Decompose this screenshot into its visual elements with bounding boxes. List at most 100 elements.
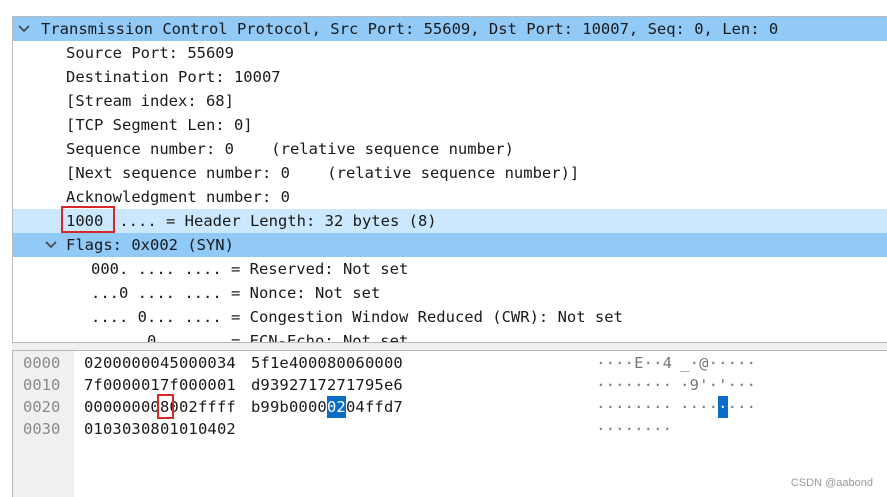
hex-byte[interactable]: 01 bbox=[141, 374, 160, 396]
hex-byte[interactable]: d9 bbox=[251, 374, 270, 396]
ascii-char[interactable]: · bbox=[606, 418, 616, 440]
ascii-char[interactable]: · bbox=[709, 374, 719, 396]
tree-item-segment-len[interactable]: [TCP Segment Len: 0] bbox=[13, 113, 887, 137]
ascii-char[interactable]: · bbox=[596, 374, 606, 396]
chevron-down-icon[interactable] bbox=[17, 17, 31, 41]
ascii-char[interactable]: · bbox=[718, 396, 728, 418]
hex-byte[interactable]: 40 bbox=[289, 352, 308, 374]
ascii-char[interactable]: · bbox=[644, 352, 654, 374]
ascii-char[interactable]: · bbox=[634, 374, 644, 396]
chevron-down-icon[interactable] bbox=[44, 233, 58, 257]
ascii-char[interactable]: · bbox=[634, 418, 644, 440]
ascii-char[interactable]: · bbox=[644, 396, 654, 418]
ascii-char[interactable]: · bbox=[596, 396, 606, 418]
tcp-header-row[interactable]: Transmission Control Protocol, Src Port:… bbox=[13, 17, 887, 41]
ascii-char[interactable]: E bbox=[634, 352, 644, 374]
ascii-char[interactable]: 4 bbox=[663, 352, 673, 374]
ascii-char[interactable]: · bbox=[653, 352, 663, 374]
ascii-bytes[interactable]: ····E··4 _·@····· bbox=[596, 352, 756, 374]
hex-byte[interactable]: 00 bbox=[365, 352, 384, 374]
ascii-bytes[interactable]: ········ ········ bbox=[596, 396, 756, 418]
ascii-char[interactable]: · bbox=[709, 352, 719, 374]
ascii-char[interactable]: · bbox=[709, 396, 719, 418]
ascii-char[interactable]: @ bbox=[699, 352, 709, 374]
ascii-char[interactable]: · bbox=[690, 352, 700, 374]
hex-byte[interactable]: 00 bbox=[198, 352, 217, 374]
hex-byte[interactable]: 00 bbox=[103, 396, 122, 418]
hex-byte[interactable]: 27 bbox=[289, 374, 308, 396]
hex-byte[interactable]: 08 bbox=[141, 418, 160, 440]
hex-byte[interactable]: 00 bbox=[179, 352, 198, 374]
ascii-char[interactable]: · bbox=[728, 352, 738, 374]
hex-byte[interactable]: d7 bbox=[384, 396, 403, 418]
hex-bytes[interactable]: 0103030801010402 bbox=[84, 418, 236, 440]
ascii-char[interactable]: · bbox=[596, 352, 606, 374]
hex-byte[interactable]: 1e bbox=[270, 352, 289, 374]
packet-details-pane[interactable]: Transmission Control Protocol, Src Port:… bbox=[12, 16, 887, 343]
ascii-char[interactable]: · bbox=[718, 352, 728, 374]
hex-byte[interactable]: 45 bbox=[160, 352, 179, 374]
hex-bytes[interactable]: 000000008002ffff b99b00000204ffd7 bbox=[84, 396, 403, 418]
ascii-char[interactable]: · bbox=[644, 374, 654, 396]
ascii-char[interactable]: · bbox=[699, 396, 709, 418]
hex-byte[interactable]: 39 bbox=[270, 374, 289, 396]
ascii-char[interactable]: _ bbox=[680, 352, 690, 374]
hex-byte[interactable]: 7f bbox=[160, 374, 179, 396]
hex-byte[interactable]: 00 bbox=[179, 374, 198, 396]
hex-byte[interactable]: 27 bbox=[327, 374, 346, 396]
hex-byte[interactable]: ff bbox=[198, 396, 217, 418]
tree-item-flag-nonce[interactable]: ...0 .... .... = Nonce: Not set bbox=[13, 281, 887, 305]
hex-byte[interactable]: 17 bbox=[308, 374, 327, 396]
ascii-char[interactable]: · bbox=[606, 374, 616, 396]
hex-byte[interactable]: 9b bbox=[270, 396, 289, 418]
tree-item-source-port[interactable]: Source Port: 55609 bbox=[13, 41, 887, 65]
packet-bytes-pane[interactable]: 0000 0200000045000034 5f1e400080060000 ····… bbox=[12, 350, 887, 497]
hex-byte[interactable]: 34 bbox=[217, 352, 236, 374]
hex-byte[interactable]: 01 bbox=[84, 418, 103, 440]
hex-byte[interactable]: 95 bbox=[365, 374, 384, 396]
tree-item-ack-number[interactable]: Acknowledgment number: 0 bbox=[13, 185, 887, 209]
ascii-char[interactable]: · bbox=[625, 374, 635, 396]
tree-item-flag-ecn-echo[interactable]: .... .0.. .... = ECN-Echo: Not set bbox=[13, 329, 887, 342]
hex-bytes[interactable]: 7f0000017f000001 d9392717271795e6 bbox=[84, 374, 403, 396]
tree-item-sequence-number[interactable]: Sequence number: 0 (relative sequence nu… bbox=[13, 137, 887, 161]
hex-byte[interactable]: 00 bbox=[103, 374, 122, 396]
ascii-char[interactable]: · bbox=[606, 396, 616, 418]
ascii-char[interactable]: · bbox=[653, 418, 663, 440]
hex-byte[interactable]: 00 bbox=[122, 352, 141, 374]
tree-item-flag-reserved[interactable]: 000. .... .... = Reserved: Not set bbox=[13, 257, 887, 281]
tree-item-flags[interactable]: Flags: 0x002 (SYN) bbox=[13, 233, 887, 257]
hex-byte[interactable]: 01 bbox=[179, 418, 198, 440]
hex-byte[interactable]: 00 bbox=[308, 352, 327, 374]
ascii-char[interactable]: · bbox=[625, 396, 635, 418]
hex-byte[interactable]: b9 bbox=[251, 396, 270, 418]
ascii-char[interactable]: · bbox=[663, 418, 673, 440]
tree-item-flag-cwr[interactable]: .... 0... .... = Congestion Window Reduc… bbox=[13, 305, 887, 329]
ascii-char[interactable]: · bbox=[737, 396, 747, 418]
hex-byte[interactable]: 80 bbox=[327, 352, 346, 374]
ascii-char[interactable]: · bbox=[606, 352, 616, 374]
hex-row[interactable]: 0000 0200000045000034 5f1e400080060000 ····… bbox=[13, 352, 887, 374]
tree-item-next-sequence-number[interactable]: [Next sequence number: 0 (relative seque… bbox=[13, 161, 887, 185]
hex-byte[interactable]: ff bbox=[217, 396, 236, 418]
hex-byte[interactable]: 03 bbox=[103, 418, 122, 440]
ascii-char[interactable]: · bbox=[653, 396, 663, 418]
hex-byte[interactable]: 00 bbox=[198, 374, 217, 396]
ascii-char[interactable]: ' bbox=[718, 374, 728, 396]
hex-byte[interactable]: 04 bbox=[198, 418, 217, 440]
tree-item-destination-port[interactable]: Destination Port: 10007 bbox=[13, 65, 887, 89]
hex-row[interactable]: 0030 0103030801010402 ········ bbox=[13, 418, 887, 440]
hex-row[interactable]: 0020 000000008002ffff b99b00000204ffd7 ····… bbox=[13, 396, 887, 418]
hex-byte[interactable]: 00 bbox=[84, 396, 103, 418]
hex-byte[interactable]: 17 bbox=[346, 374, 365, 396]
ascii-char[interactable]: · bbox=[690, 396, 700, 418]
hex-byte[interactable]: 5f bbox=[251, 352, 270, 374]
tree-item-header-length[interactable]: 1000 .... = Header Length: 32 bytes (8) bbox=[13, 206, 887, 233]
ascii-char[interactable]: · bbox=[728, 374, 738, 396]
ascii-char[interactable]: · bbox=[596, 418, 606, 440]
ascii-char[interactable]: · bbox=[728, 396, 738, 418]
hex-byte[interactable]: 00 bbox=[103, 352, 122, 374]
ascii-char[interactable]: · bbox=[644, 418, 654, 440]
ascii-char[interactable]: 9 bbox=[690, 374, 700, 396]
ascii-char[interactable]: · bbox=[680, 374, 690, 396]
